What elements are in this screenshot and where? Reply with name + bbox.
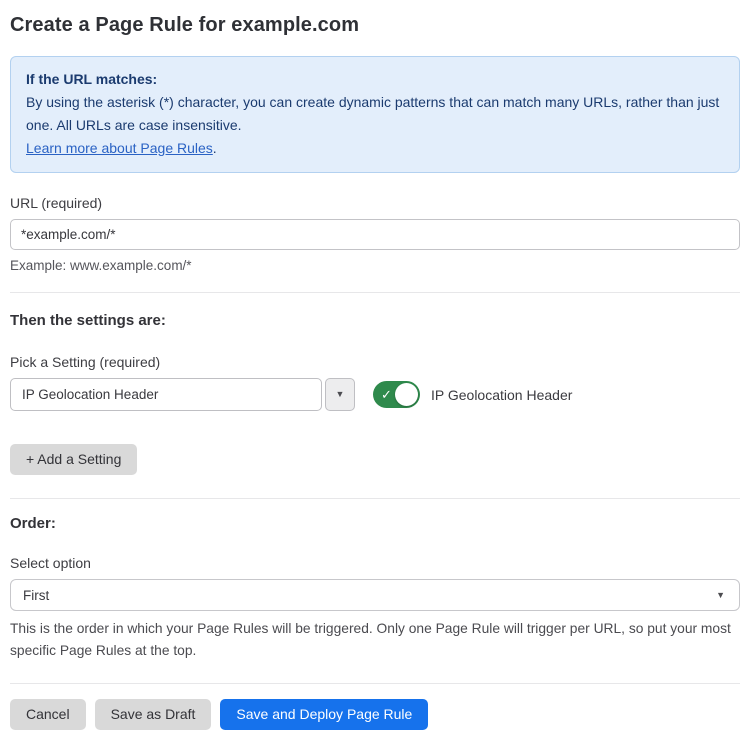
add-setting-button[interactable]: + Add a Setting [10, 444, 137, 475]
page-title: Create a Page Rule for example.com [10, 14, 740, 37]
save-draft-button[interactable]: Save as Draft [95, 699, 212, 730]
toggle-label: IP Geolocation Header [431, 387, 572, 403]
order-description: This is the order in which your Page Rul… [10, 618, 734, 662]
setting-picker-dropdown-button[interactable]: ▼ [325, 378, 355, 411]
toggle-knob [395, 383, 418, 406]
cancel-button[interactable]: Cancel [10, 699, 86, 730]
order-select-value: First [23, 588, 49, 603]
settings-section-heading: Then the settings are: [10, 312, 740, 329]
save-deploy-button[interactable]: Save and Deploy Page Rule [220, 699, 428, 730]
setting-picker-field[interactable]: IP Geolocation Header [10, 378, 322, 411]
caret-down-icon: ▼ [716, 591, 725, 600]
toggle-check-icon: ✓ [381, 388, 392, 401]
url-label: URL (required) [10, 195, 740, 211]
setting-picker: IP Geolocation Header ▼ [10, 378, 355, 411]
url-match-info-box: If the URL matches: By using the asteris… [10, 56, 740, 173]
info-box-body: By using the asterisk (*) character, you… [26, 91, 724, 137]
order-section-heading: Order: [10, 515, 740, 532]
caret-down-icon: ▼ [336, 390, 345, 399]
ip-geolocation-toggle[interactable]: ✓ [373, 381, 420, 408]
footer-actions: Cancel Save as Draft Save and Deploy Pag… [10, 699, 740, 730]
learn-more-link[interactable]: Learn more about Page Rules [26, 140, 213, 156]
link-suffix: . [213, 140, 217, 156]
info-box-link-row: Learn more about Page Rules. [26, 137, 724, 160]
pick-setting-label: Pick a Setting (required) [10, 354, 740, 370]
info-box-heading: If the URL matches: [26, 68, 724, 91]
divider [10, 292, 740, 293]
order-select-label: Select option [10, 555, 740, 571]
order-select[interactable]: First ▼ [10, 579, 740, 611]
divider [10, 683, 740, 684]
divider [10, 498, 740, 499]
url-input[interactable] [10, 219, 740, 250]
url-helper-text: Example: www.example.com/* [10, 258, 740, 273]
setting-row: IP Geolocation Header ▼ ✓ IP Geolocation… [10, 378, 740, 411]
